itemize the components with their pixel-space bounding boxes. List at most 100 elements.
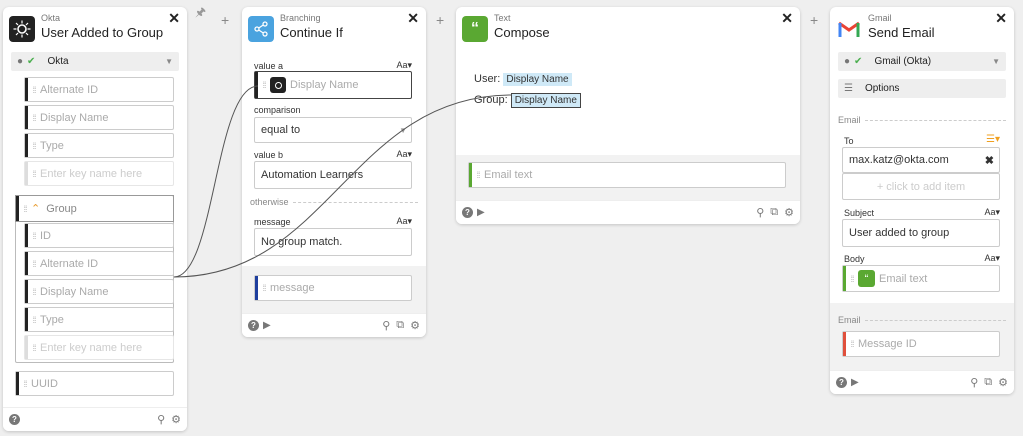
message-output-label: message <box>270 282 315 294</box>
email-text-output[interactable]: ⁞⁞ Email text <box>468 162 786 188</box>
body-input[interactable]: ⁞⁞ “ Email text <box>842 265 1000 292</box>
group-header[interactable]: ⁞⁞ ⌃ Group <box>15 195 174 222</box>
group-field-alternate-id[interactable]: ⁞⁞ Alternate ID <box>24 251 174 276</box>
email-section-label: Email <box>838 115 861 125</box>
drag-handle-icon[interactable]: ⁞⁞ <box>28 106 40 129</box>
help-icon[interactable]: ? <box>248 320 259 331</box>
gear-icon[interactable]: ⚙ <box>998 376 1008 389</box>
branching-card[interactable]: Branching Continue If ✕ value a Aa▾ ⁞⁞ D… <box>242 7 426 337</box>
drag-handle-icon[interactable]: ⁞⁞ <box>258 276 270 300</box>
drag-handle-icon[interactable]: ⁞⁞ <box>846 266 858 291</box>
play-icon[interactable]: ▶ <box>263 320 271 331</box>
okta-trigger-card[interactable]: Okta User Added to Group ✕ ● ✔ Okta ▼ ⁞⁞… <box>3 7 187 431</box>
close-icon[interactable]: ✕ <box>781 10 793 27</box>
gmail-account-selector[interactable]: ● ✔ Gmail (Okta) ▼ <box>838 52 1006 71</box>
drag-handle-icon[interactable]: ⁞⁞ <box>28 308 40 331</box>
display-name-chip[interactable]: Display Name <box>510 93 581 108</box>
add-step-icon[interactable]: + <box>810 12 818 28</box>
value-b-input[interactable]: Automation Learners <box>254 161 412 189</box>
okta-field-display-name[interactable]: ⁞⁞ Display Name <box>24 105 174 130</box>
help-icon[interactable]: ? <box>462 207 473 218</box>
branching-card-footer: ? ▶ ⚲ ⧉ ⚙ <box>242 313 426 337</box>
options-button[interactable]: ☰ Options <box>838 79 1006 98</box>
drag-handle-icon[interactable]: ⁞⁞ <box>28 336 40 359</box>
branching-card-title: Continue If <box>280 25 343 40</box>
drag-handle-icon[interactable]: ⁞⁞ <box>258 72 270 98</box>
add-step-icon[interactable]: + <box>221 12 229 28</box>
display-name-chip[interactable]: Display Name <box>503 73 572 86</box>
message-output-field[interactable]: ⁞⁞ message <box>254 275 412 301</box>
gmail-icon <box>836 16 862 42</box>
to-value: max.katz@okta.com <box>849 154 949 166</box>
pin-icon[interactable]: 🖈 <box>195 3 206 24</box>
subject-input[interactable]: User added to group <box>842 219 1000 247</box>
close-icon[interactable]: ✕ <box>407 10 419 27</box>
drag-handle-icon[interactable]: ⁞⁞ <box>846 332 858 356</box>
compose-editor[interactable]: User: Display Name Group: Display Name <box>474 69 784 111</box>
search-icon[interactable]: ⚲ <box>756 206 764 219</box>
okta-account-selector[interactable]: ● ✔ Okta ▼ <box>11 52 179 71</box>
search-icon[interactable]: ⚲ <box>382 319 390 332</box>
comparison-select[interactable]: equal to ▼ <box>254 117 412 143</box>
gmail-send-email-card[interactable]: Gmail Send Email ✕ ● ✔ Gmail (Okta) ▼ ☰ … <box>830 7 1014 394</box>
field-label: Type <box>40 313 64 326</box>
compose-card-kind: Text <box>494 13 511 23</box>
value-b-type-toggle[interactable]: Aa▾ <box>396 149 412 160</box>
gear-icon[interactable]: ⚙ <box>171 413 181 426</box>
add-item-field[interactable]: + click to add item <box>842 173 1000 200</box>
okta-field-uuid[interactable]: ⁞⁞ UUID <box>15 371 174 396</box>
list-icon[interactable]: ☰▾ <box>986 134 1000 145</box>
chevron-down-icon: ▼ <box>399 125 407 135</box>
okta-field-alternate-id[interactable]: ⁞⁞ Alternate ID <box>24 77 174 102</box>
drag-handle-icon[interactable]: ⁞⁞ <box>472 163 484 187</box>
check-icon: ✔ <box>27 56 36 67</box>
group-enter-key-field[interactable]: ⁞⁞ Enter key name here <box>24 335 174 360</box>
compose-text-card[interactable]: “ Text Compose ✕ User: Display Name Grou… <box>456 7 800 224</box>
copy-icon[interactable]: ⧉ <box>984 376 992 389</box>
group-field-display-name[interactable]: ⁞⁞ Display Name <box>24 279 174 304</box>
gear-icon[interactable]: ⚙ <box>410 319 420 332</box>
value-a-type-toggle[interactable]: Aa▾ <box>396 60 412 71</box>
copy-icon[interactable]: ⧉ <box>770 206 778 219</box>
okta-field-type[interactable]: ⁞⁞ Type <box>24 133 174 158</box>
search-icon[interactable]: ⚲ <box>157 413 165 426</box>
field-label: Display Name <box>40 285 109 298</box>
message-type-toggle[interactable]: Aa▾ <box>396 216 412 227</box>
message-id-output[interactable]: ⁞⁞ Message ID <box>842 331 1000 357</box>
drag-handle-icon[interactable]: ⁞⁞ <box>28 162 40 185</box>
drag-handle-icon[interactable]: ⁞⁞ <box>19 196 31 221</box>
search-icon[interactable]: ⚲ <box>970 376 978 389</box>
message-input[interactable]: No group match. <box>254 228 412 256</box>
play-icon[interactable]: ▶ <box>477 207 485 218</box>
value-a-chip: Display Name <box>290 79 359 91</box>
field-label: Alternate ID <box>40 257 99 270</box>
to-input[interactable]: max.katz@okta.com ✖ <box>842 147 1000 173</box>
subject-type-toggle[interactable]: Aa▾ <box>984 207 1000 218</box>
add-step-icon[interactable]: + <box>436 12 444 28</box>
drag-handle-icon[interactable]: ⁞⁞ <box>28 280 40 303</box>
field-label: ID <box>40 229 51 242</box>
okta-enter-key-field[interactable]: ⁞⁞ Enter key name here <box>24 161 174 186</box>
remove-icon[interactable]: ✖ <box>985 154 994 167</box>
copy-icon[interactable]: ⧉ <box>396 319 404 332</box>
body-chip: Email text <box>879 272 928 285</box>
drag-handle-icon[interactable]: ⁞⁞ <box>28 78 40 101</box>
add-item-placeholder: + click to add item <box>876 180 966 193</box>
close-icon[interactable]: ✕ <box>168 10 180 27</box>
drag-handle-icon[interactable]: ⁞⁞ <box>28 252 40 275</box>
body-type-toggle[interactable]: Aa▾ <box>984 253 1000 264</box>
comparison-value: equal to <box>261 124 301 136</box>
value-a-input[interactable]: ⁞⁞ Display Name <box>254 71 412 99</box>
group-field-id[interactable]: ⁞⁞ ID <box>24 223 174 248</box>
play-icon[interactable]: ▶ <box>851 377 859 388</box>
help-icon[interactable]: ? <box>9 414 20 425</box>
drag-handle-icon[interactable]: ⁞⁞ <box>28 134 40 157</box>
drag-handle-icon[interactable]: ⁞⁞ <box>28 224 40 247</box>
help-icon[interactable]: ? <box>836 377 847 388</box>
body-label: Body <box>844 254 865 264</box>
drag-handle-icon[interactable]: ⁞⁞ <box>19 372 31 395</box>
group-field-type[interactable]: ⁞⁞ Type <box>24 307 174 332</box>
gear-icon[interactable]: ⚙ <box>784 206 794 219</box>
close-icon[interactable]: ✕ <box>995 10 1007 27</box>
chevron-up-icon[interactable]: ⌃ <box>31 202 40 215</box>
